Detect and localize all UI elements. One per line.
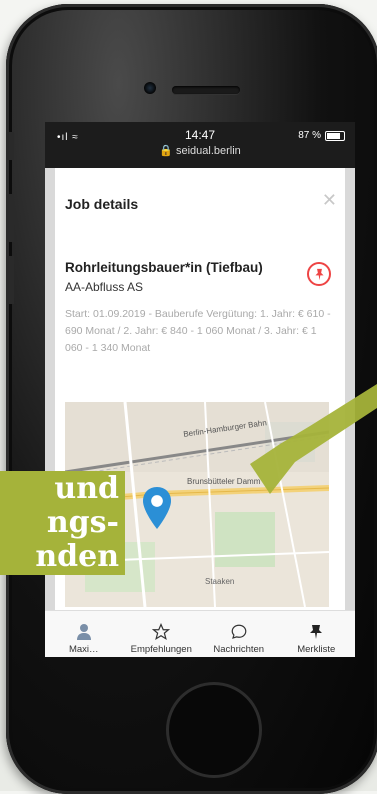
map-marker-icon[interactable] [143, 486, 171, 530]
tab-recommendations[interactable]: Empfehlungen [123, 611, 201, 657]
job-title: Rohrleitungsbauer*in (Tiefbau) [65, 260, 263, 275]
star-icon [152, 622, 171, 642]
tab-messages[interactable]: Nachrichten [200, 611, 278, 657]
tab-label: Nachrichten [213, 644, 265, 655]
bookmark-pin-button[interactable] [307, 262, 331, 286]
sheet-title: Job details [65, 196, 139, 212]
close-icon[interactable]: ✕ [322, 190, 337, 211]
volume-down-button [6, 256, 14, 304]
tab-label: Merkliste [297, 644, 336, 655]
tab-profile[interactable]: Maxi… [45, 611, 123, 657]
volume-up-button [6, 194, 14, 242]
bottom-tab-bar: Maxi… Empfehlungen Nachrichten Merkliste [45, 610, 355, 657]
front-camera [144, 82, 156, 94]
battery-indicator: 87 % [298, 130, 345, 141]
callout-line: ngs- [46, 505, 119, 540]
tab-watchlist[interactable]: Merkliste [278, 611, 356, 657]
mute-switch [6, 132, 14, 160]
promo-callout: und ngs- nden [0, 471, 125, 575]
job-details-text: Start: 01.09.2019 - Bauberufe Vergütung:… [65, 308, 331, 354]
url-bar[interactable]: 🔒 seidual.berlin [45, 144, 355, 157]
company-name: AA-Abfluss AS [65, 280, 144, 294]
tab-label: Maxi… [68, 644, 99, 655]
pin-icon [314, 268, 324, 280]
callout-line: nden [35, 539, 119, 574]
chat-icon [230, 622, 248, 642]
home-button[interactable] [166, 682, 262, 778]
battery-percent: 87 % [298, 130, 321, 141]
tab-label: Empfehlungen [130, 644, 192, 655]
callout-arrow [250, 384, 377, 494]
avatar-icon [76, 622, 92, 642]
battery-icon [325, 130, 345, 141]
earpiece-speaker [172, 86, 240, 94]
map-district-label: Staaken [205, 577, 235, 586]
callout-line: und [54, 471, 119, 506]
status-bar: •ıl ≈ 14:47 🔒 seidual.berlin 87 % [45, 122, 355, 168]
pin-icon [308, 622, 324, 642]
